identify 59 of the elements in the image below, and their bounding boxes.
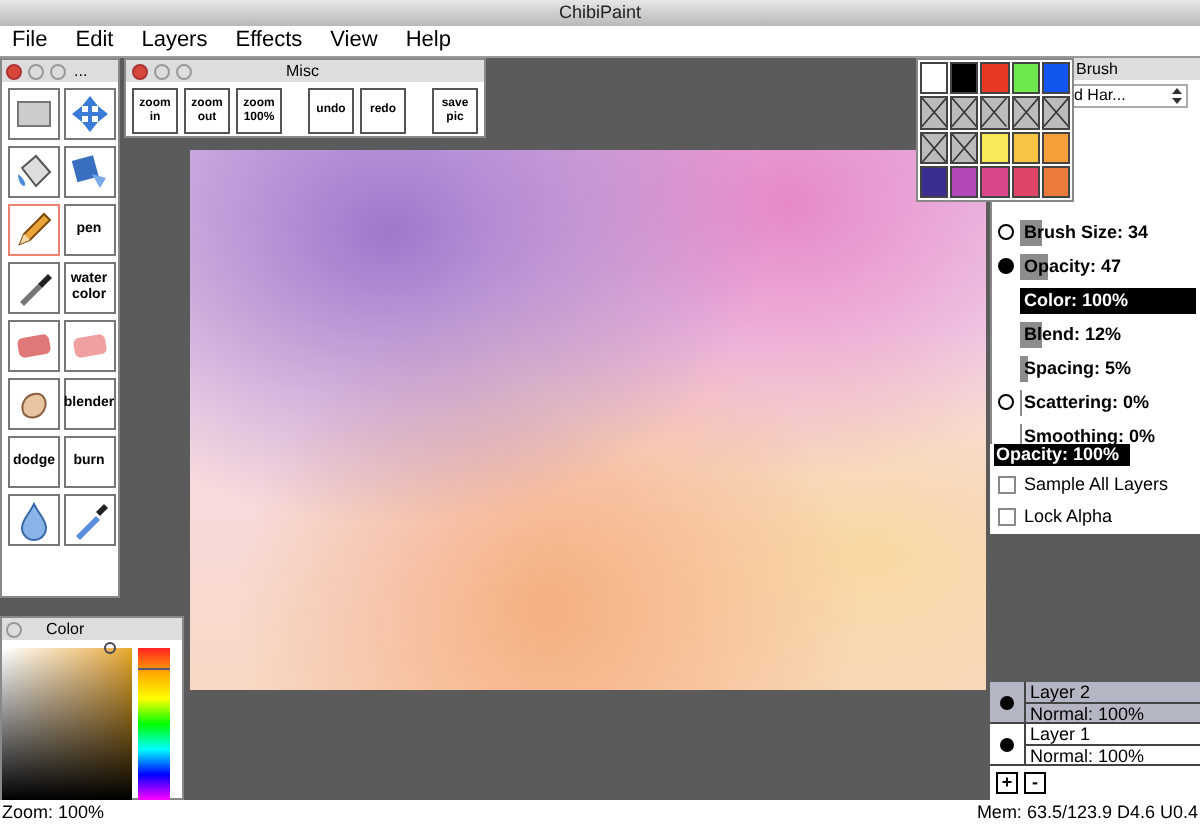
layer-button[interactable]: +	[996, 772, 1018, 794]
color-swatch[interactable]	[1011, 165, 1040, 198]
panel-title: ...	[74, 63, 88, 79]
color-swatch[interactable]	[980, 131, 1010, 164]
close-icon[interactable]	[6, 63, 22, 79]
opacity-slider[interactable]: Opacity: 100%	[994, 444, 1130, 466]
color-swatch[interactable]	[950, 165, 979, 198]
checkbox[interactable]	[998, 507, 1016, 525]
layer-name: Layer 2	[1028, 682, 1093, 702]
brush-slider[interactable]: Spacing: 5%	[1020, 355, 1196, 381]
window-title: ChibiPaint	[558, 4, 642, 22]
menu-item[interactable]: View	[330, 30, 378, 52]
brush-slider[interactable]: Brush Size: 34	[1020, 219, 1196, 245]
panel-title: Color	[46, 621, 85, 637]
color-swatch[interactable]	[1041, 165, 1070, 198]
menu-item[interactable]: Help	[405, 30, 451, 52]
layer-row[interactable]: Layer 2 Normal: 100%	[990, 682, 1200, 724]
checkbox[interactable]	[998, 475, 1016, 493]
checkbox-label: Lock Alpha	[1024, 507, 1113, 525]
menu-item[interactable]: Edit	[75, 30, 114, 52]
menu-item[interactable]: Effects	[235, 30, 303, 52]
stepper-icon	[1172, 88, 1182, 104]
hue-marker	[138, 668, 170, 670]
menu-item[interactable]: Layers	[141, 30, 208, 52]
layer-name: Layer 1	[1028, 724, 1093, 744]
checkbox-label: Sample All Layers	[1024, 475, 1169, 493]
color-swatch[interactable]	[920, 62, 949, 95]
saturation-square[interactable]	[2, 648, 132, 800]
close-icon[interactable]	[132, 63, 148, 79]
menu-item[interactable]: File	[12, 30, 48, 52]
move-arrows-icon	[67, 92, 111, 136]
color-swatch[interactable]	[950, 62, 979, 95]
hue-bar[interactable]	[138, 648, 170, 800]
color-swatch[interactable]	[1041, 131, 1070, 164]
panel-title: Misc	[286, 63, 319, 79]
brush-slider[interactable]: Color: 100%	[1020, 287, 1196, 313]
color-swatch[interactable]	[980, 62, 1010, 95]
tool-button[interactable]	[8, 204, 60, 256]
brush-slider[interactable]: Scattering: 0%	[1020, 389, 1196, 415]
layer-blend-mode: Normal: 100%	[1026, 744, 1200, 766]
radio-button[interactable]	[998, 394, 1014, 410]
radio-button[interactable]	[998, 224, 1014, 240]
memory-status: Mem: 63.5/123.9 D4.6 U0.4	[976, 803, 1198, 821]
zoom-status: Zoom: 100%	[2, 803, 105, 821]
radio-button[interactable]	[998, 258, 1014, 274]
color-swatch[interactable]	[1041, 62, 1070, 95]
color-swatch[interactable]	[920, 165, 949, 198]
picker-ring-icon	[104, 642, 116, 654]
color-swatch[interactable]	[980, 165, 1010, 198]
brush-slider[interactable]: Opacity: 47	[1020, 253, 1196, 279]
tool-button[interactable]	[8, 262, 60, 314]
color-swatch[interactable]	[1011, 62, 1040, 95]
pencil-icon	[12, 208, 56, 252]
brush-slider[interactable]: Blend: 12%	[1020, 321, 1196, 347]
layer-button[interactable]: -	[1024, 772, 1046, 794]
color-swatch[interactable]	[1011, 131, 1040, 164]
panel-title: Brush	[1076, 61, 1118, 77]
layer-row[interactable]: Layer 1 Normal: 100%	[990, 724, 1200, 766]
tool-button[interactable]	[8, 146, 60, 198]
